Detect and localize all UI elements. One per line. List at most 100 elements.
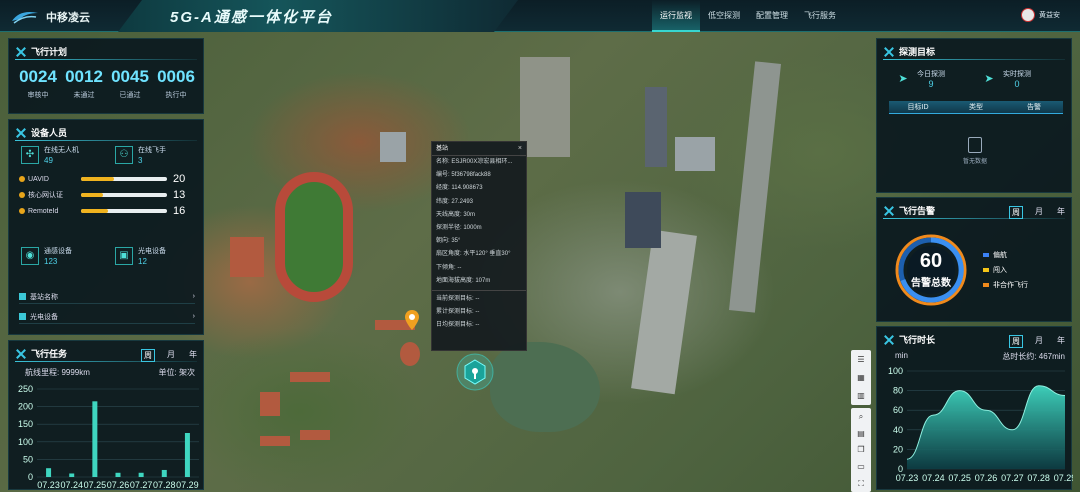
legend-item: 闯入 <box>983 265 1007 275</box>
panel-title: 飞行计划 <box>15 45 67 58</box>
x-tick-label: 07.23 <box>37 480 60 490</box>
period-switch: 周 月 年 <box>1009 335 1067 348</box>
search-icon[interactable]: ⌕ <box>856 412 866 421</box>
pilot-icon: ⚇ <box>115 146 133 164</box>
base-station-popup: 基站 × 名称: ESJR00X凉宏县相环... 编号: 5f36798fack8… <box>431 141 527 351</box>
x-tick-label: 07.27 <box>130 480 153 490</box>
bar-label: 核心网认证 <box>28 192 63 199</box>
area-series <box>907 385 1065 469</box>
stat-label: 光电设备 <box>138 248 166 255</box>
col-type[interactable]: 类型 <box>947 101 1005 113</box>
popup-row: 朝向: 35° <box>436 238 461 245</box>
legend-label: 偏航 <box>993 252 1007 259</box>
alarm-title: 飞行告警 <box>899 206 936 216</box>
base-station-marker[interactable] <box>455 352 495 392</box>
bar <box>184 433 190 477</box>
photo-device-stat[interactable]: ▣ 光电设备 12 <box>115 246 166 266</box>
bar <box>46 468 52 477</box>
y-tick-label: 200 <box>18 402 33 412</box>
user-name: 黄益安 <box>1039 12 1060 19</box>
flight-task-bar-chart: 0 50 100 150 200 250 07.23 07.24 07.25 07.26 07.27… <box>18 384 199 490</box>
building <box>520 57 570 157</box>
bar-fill <box>81 209 108 213</box>
bar-fill <box>81 193 103 197</box>
stat-label: 在线飞手 <box>138 147 166 154</box>
send-icon: ➤ <box>984 73 994 85</box>
popup-row: 纬度: 27.2493 <box>436 198 474 205</box>
stat-label: 实时探测 <box>1003 71 1031 78</box>
x-tick-label: 07.29 <box>1054 473 1073 483</box>
map-tools-toolbar: ⌕ ▤ ❐ ▭ ⛶ <box>851 408 871 492</box>
today-detect-stat[interactable]: ➤ 今日探测 9 <box>895 69 945 89</box>
tab-low-altitude-detection[interactable]: 低空探测 <box>700 0 748 32</box>
antenna-icon: ◉ <box>21 247 39 265</box>
top-bar: 中移凌云 5G-A通感一体化平台 运行监视 低空探测 配置管理 飞行服务 黄益安 <box>0 0 1080 32</box>
plan-stat-executing[interactable]: 0006 执行中 <box>157 67 195 100</box>
link-label: 光电设备 <box>30 313 58 321</box>
building <box>400 342 420 366</box>
clipboard-icon <box>968 137 982 153</box>
col-target-id[interactable]: 目标ID <box>889 101 947 113</box>
targets-table-header: 目标ID 类型 告警 <box>889 101 1063 114</box>
plan-stat-rejected[interactable]: 0012 未通过 <box>65 67 103 100</box>
chevron-right-icon: › <box>192 313 195 320</box>
y-tick-label: 50 <box>23 454 33 464</box>
comm-device-stat[interactable]: ◉ 通感设备 123 <box>21 246 72 266</box>
popup-row: 编号: 5f36798fack88 <box>436 172 491 179</box>
briefcase-icon[interactable]: ▭ <box>856 462 866 471</box>
online-uav-stat[interactable]: ✣ 在线无人机 49 <box>21 145 79 165</box>
drone-icon: ✣ <box>21 146 39 164</box>
popup-row: 下倾角: -- <box>436 264 462 271</box>
col-alarm[interactable]: 告警 <box>1005 101 1063 113</box>
plan-stat-approved[interactable]: 0045 已通过 <box>111 67 149 100</box>
tab-config-management[interactable]: 配置管理 <box>748 0 796 32</box>
base-station-link[interactable]: 基站名称 › <box>19 290 195 304</box>
copy-icon[interactable]: ❐ <box>856 445 866 454</box>
seg-year[interactable]: 年 <box>1055 335 1067 348</box>
realtime-detect-stat[interactable]: ➤ 实时探测 0 <box>981 69 1031 89</box>
document-icon[interactable]: ▤ <box>856 429 866 438</box>
hangar <box>675 137 715 171</box>
bar-label: UAVID <box>28 175 49 183</box>
layers-icon[interactable]: ☰ <box>856 355 866 364</box>
divider <box>15 361 197 362</box>
location-pin-icon[interactable] <box>405 310 419 330</box>
popup-rows: 名称: ESJR00X凉宏县相环... 编号: 5f36798fack88 经度: … <box>432 156 526 332</box>
runway <box>729 61 781 313</box>
targets-title: 探测目标 <box>899 47 936 57</box>
popup-row: 当前探测目标: -- <box>436 295 480 302</box>
unit-label: min <box>895 351 908 360</box>
avatar[interactable] <box>1021 8 1035 22</box>
unit-label: 单位: 架次 <box>158 368 195 377</box>
map-layer-toolbar: ☰ ▦ ▥ <box>851 350 871 405</box>
user-menu[interactable]: 黄益安 <box>1021 8 1060 22</box>
building <box>260 436 290 446</box>
close-icon[interactable]: × <box>518 145 522 152</box>
stat-value: 0024 <box>19 67 57 86</box>
plan-stat-reviewing[interactable]: 0024 审核中 <box>19 67 57 100</box>
chevron-right-icon: › <box>192 293 195 300</box>
online-pilot-stat[interactable]: ⚇ 在线飞手 3 <box>115 145 166 165</box>
building-icon[interactable]: ▥ <box>856 391 866 400</box>
popup-row: 累计探测目标: -- <box>436 309 480 316</box>
fullscreen-icon[interactable]: ⛶ <box>856 479 866 488</box>
x-tick-label: 07.25 <box>948 473 971 483</box>
tab-operation-monitor[interactable]: 运行监视 <box>652 0 700 32</box>
tab-flight-service[interactable]: 飞行服务 <box>796 0 844 32</box>
stat-label: 在线无人机 <box>44 147 79 154</box>
stat-label: 通感设备 <box>44 248 72 255</box>
devices-title: 设备人员 <box>31 128 68 138</box>
x-tick-label: 07.29 <box>176 480 199 490</box>
seg-month[interactable]: 月 <box>1033 335 1045 348</box>
cross-icon <box>883 334 895 346</box>
legend-label: 非合作飞行 <box>993 282 1028 289</box>
stat-label: 已通过 <box>119 92 141 99</box>
remoteid-bar: RemoteId 16 <box>19 205 195 217</box>
flight-task-panel: 飞行任务 周 月 年 航线里程: 9999km 单位: 架次 0 50 100 150… <box>8 340 204 490</box>
bar <box>115 472 121 477</box>
photo-device-link[interactable]: 光电设备 › <box>19 310 195 324</box>
flight-alarm-panel: 飞行告警 周 月 年 60 告警总数 偏航 闯入 非合作飞行 <box>876 197 1072 322</box>
camera-small-icon <box>19 313 26 320</box>
grid-icon[interactable]: ▦ <box>856 373 866 382</box>
seg-week[interactable]: 周 <box>1009 335 1023 348</box>
